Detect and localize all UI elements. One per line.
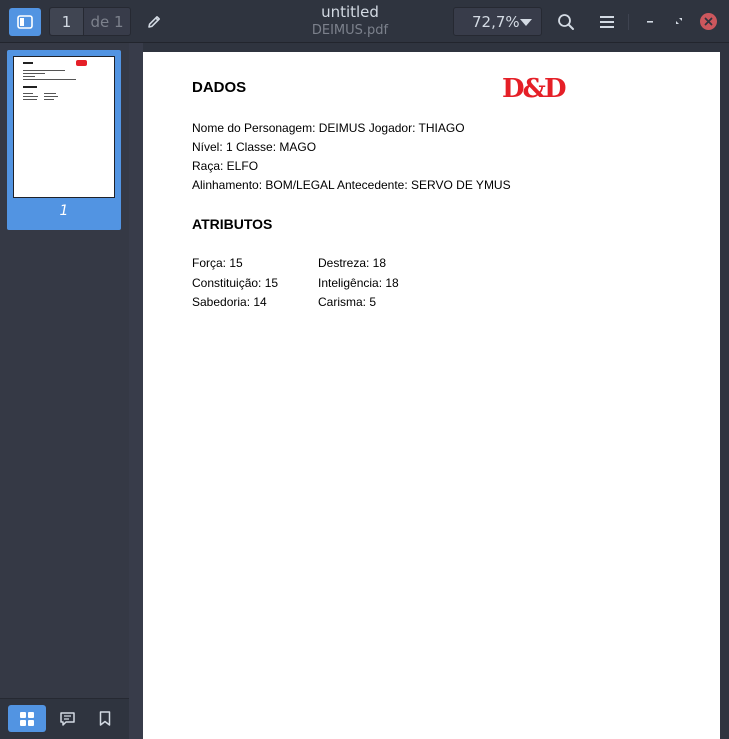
attribute-item: Constituição: 15 xyxy=(192,276,279,290)
document-page: DADOS D&D Nome do Personagem: DEIMUS Jog… xyxy=(143,52,720,739)
heading-atributos: ATRIBUTOS xyxy=(192,216,273,232)
window-subtitle: DEIMUS.pdf xyxy=(311,23,389,38)
heading-dados: DADOS xyxy=(192,79,247,96)
window-title: untitled xyxy=(321,3,379,21)
sidebar-toggle-button[interactable] xyxy=(9,8,41,36)
annotate-button[interactable] xyxy=(141,8,167,36)
detail-line: Raça: ELFO xyxy=(192,159,259,173)
document-view-background xyxy=(129,43,143,739)
thumbnails-view-button[interactable] xyxy=(8,705,46,732)
maximize-icon xyxy=(676,18,682,24)
bookmarks-view-button[interactable] xyxy=(86,705,124,732)
attribute-item: Sabedoria: 14 xyxy=(192,295,267,309)
detail-line: Nome do Personagem: DEIMUS Jogador: THIA… xyxy=(192,121,465,135)
attribute-item: Destreza: 18 xyxy=(318,256,387,270)
toolbar-separator xyxy=(628,14,629,30)
current-page-input[interactable]: 1 xyxy=(50,8,84,35)
pencil-icon xyxy=(148,16,160,28)
minimize-icon xyxy=(647,21,653,23)
page-total-label: de 1 xyxy=(90,12,124,31)
attribute-item: Carisma: 5 xyxy=(318,295,377,309)
sidebar-icon xyxy=(17,15,33,29)
header-bar: 1 de 1 untitled DEIMUS.pdf 72,7% xyxy=(0,0,729,43)
search-icon xyxy=(558,14,574,30)
dnd-logo: D&D xyxy=(502,74,567,104)
zoom-value: 72,7% xyxy=(472,13,520,31)
menu-button[interactable] xyxy=(594,8,620,36)
close-icon xyxy=(704,17,713,26)
detail-line: Alinhamento: BOM/LEGAL Antecedente: SERV… xyxy=(192,178,511,192)
grid-icon xyxy=(20,711,34,726)
maximize-button[interactable] xyxy=(670,12,688,30)
detail-line: Nível: 1 Classe: MAGO xyxy=(192,140,317,154)
attribute-item: Força: 15 xyxy=(192,256,243,270)
thumbnail-page-number: 1 xyxy=(59,203,69,219)
chevron-down-icon xyxy=(520,19,532,26)
attribute-item: Inteligência: 18 xyxy=(318,276,399,290)
sidebar-view-switcher xyxy=(0,698,129,739)
close-button[interactable] xyxy=(700,13,717,30)
page-thumbnail[interactable]: 1 xyxy=(7,50,121,230)
zoom-dropdown[interactable]: 72,7% xyxy=(453,7,542,36)
bookmark-icon xyxy=(99,711,111,726)
search-button[interactable] xyxy=(553,8,579,36)
hamburger-icon xyxy=(600,16,614,28)
thumbnail-preview xyxy=(13,56,115,198)
page-selector: 1 de 1 xyxy=(49,7,131,36)
comment-icon xyxy=(59,711,75,726)
thumbnail-logo xyxy=(76,60,87,66)
minimize-button[interactable] xyxy=(641,12,659,30)
annotations-view-button[interactable] xyxy=(48,705,86,732)
sidebar: 1 xyxy=(0,43,129,739)
